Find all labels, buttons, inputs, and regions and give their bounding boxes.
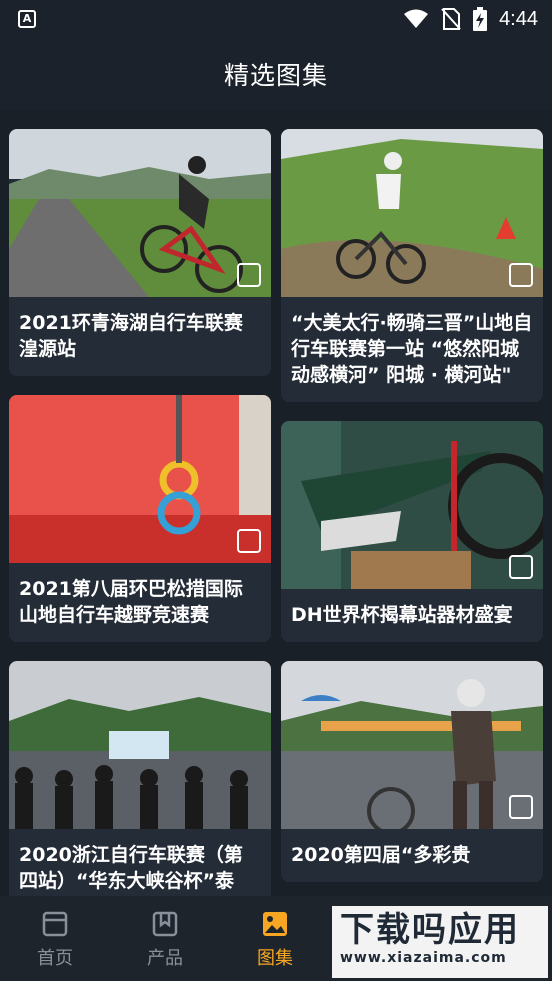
- clock: 4:44: [499, 7, 538, 30]
- no-sim-icon: [441, 8, 461, 30]
- tab-label: 首页: [37, 948, 73, 969]
- gallery-grid[interactable]: 2021环青海湖自行车联赛湟源站 2021第八届环巴松措国际山地自行车越野竞速赛: [0, 110, 552, 896]
- page-title: 精选图集: [223, 61, 328, 90]
- card-photo: [9, 395, 271, 563]
- gallery-card[interactable]: DH世界杯揭幕站器材盛宴: [281, 421, 543, 642]
- watermark-url: www.xiazaima.com: [340, 950, 507, 966]
- tab-gallery[interactable]: 图集: [220, 896, 330, 981]
- gallery-card[interactable]: 2021第八届环巴松措国际山地自行车越野竞速赛: [9, 395, 271, 642]
- card-photo: [9, 661, 271, 829]
- gallery-card[interactable]: “大美太行·畅骑三晋”山地自行车联赛第一站 “悠然阳城 动感横河” 阳城 · 横…: [281, 129, 543, 402]
- photo-set-icon: [509, 263, 533, 287]
- card-title: 2020第四届“多彩贵: [291, 844, 471, 866]
- gallery-card[interactable]: 2020浙江自行车联赛（第四站）“华东大峡谷杯”泰: [9, 661, 271, 896]
- photo-set-icon: [237, 263, 261, 287]
- card-photo: [9, 129, 271, 297]
- card-photo: [281, 661, 543, 829]
- gallery-card[interactable]: 2020第四届“多彩贵: [281, 661, 543, 882]
- app-badge-icon: A: [18, 10, 36, 28]
- watermark-text: 下载吗应用: [340, 910, 520, 950]
- card-photo: [281, 129, 543, 297]
- card-title: “大美太行·畅骑三晋”山地自行车联赛第一站 “悠然阳城 动感横河” 阳城 · 横…: [291, 312, 533, 386]
- card-photo: [281, 421, 543, 589]
- battery-charging-icon: [473, 7, 488, 31]
- home-icon: [42, 911, 68, 937]
- tab-home[interactable]: 首页: [0, 896, 110, 981]
- gallery-icon: [263, 912, 287, 936]
- tab-label: 产品: [147, 948, 183, 969]
- photo-set-icon: [509, 555, 533, 579]
- card-title: 2020浙江自行车联赛（第四站）“华东大峡谷杯”泰: [19, 844, 243, 892]
- gallery-column-left: 2021环青海湖自行车联赛湟源站 2021第八届环巴松措国际山地自行车越野竞速赛: [9, 129, 271, 896]
- wifi-icon: [404, 9, 429, 28]
- photo-set-icon: [509, 795, 533, 819]
- card-title: DH世界杯揭幕站器材盛宴: [291, 604, 513, 626]
- gallery-column-right: “大美太行·畅骑三晋”山地自行车联赛第一站 “悠然阳城 动感横河” 阳城 · 横…: [281, 129, 543, 896]
- tab-label: 图集: [257, 948, 293, 969]
- watermark-logo: 下载吗应用 www.xiazaima.com: [332, 906, 548, 978]
- tab-products[interactable]: 产品: [110, 896, 220, 981]
- card-title: 2021第八届环巴松措国际山地自行车越野竞速赛: [19, 578, 243, 626]
- gallery-card[interactable]: 2021环青海湖自行车联赛湟源站: [9, 129, 271, 376]
- header: 精选图集: [0, 38, 552, 110]
- status-bar: A 4:44: [0, 0, 552, 38]
- product-icon: [152, 911, 178, 937]
- card-title: 2021环青海湖自行车联赛湟源站: [19, 312, 243, 360]
- photo-set-icon: [237, 529, 261, 553]
